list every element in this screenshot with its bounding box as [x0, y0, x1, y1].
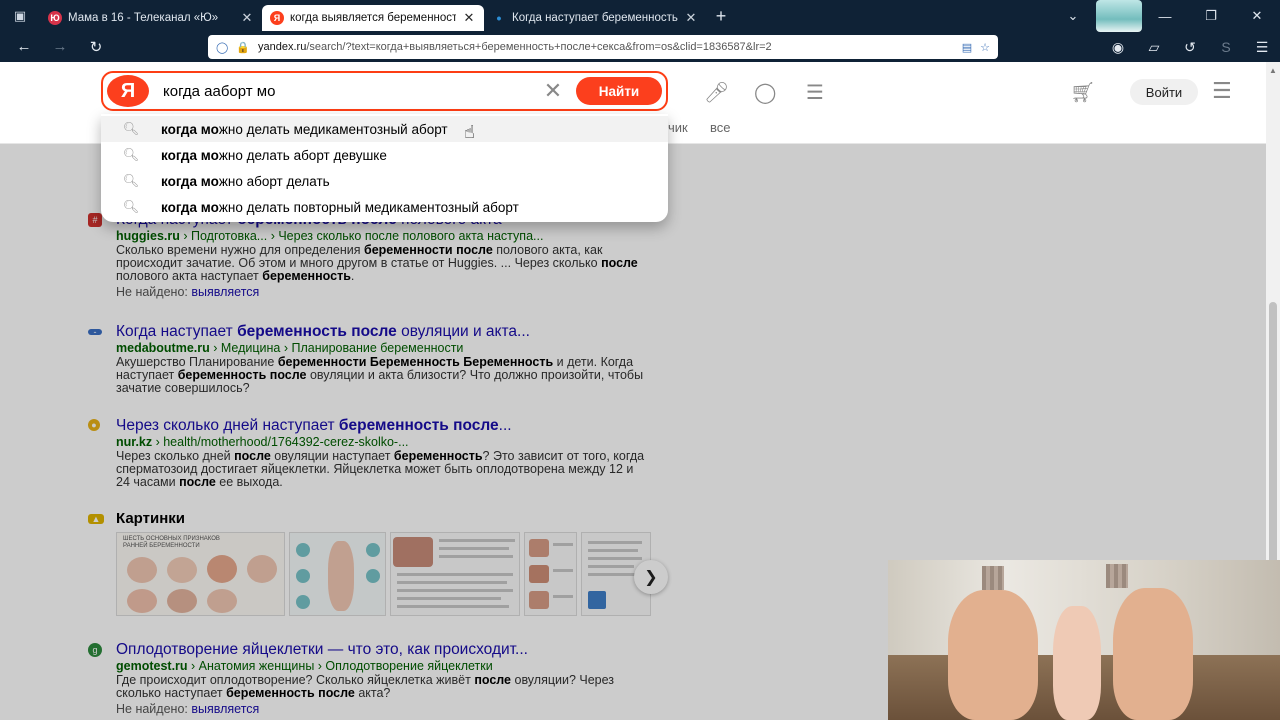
theme-avatar-image	[1096, 0, 1142, 32]
pixelated-blur	[1106, 564, 1128, 588]
image-thumbnail[interactable]	[523, 532, 578, 616]
tab-favicon-icon: Я	[270, 11, 284, 25]
not-found-note: Не найдено: выявляется	[116, 285, 260, 299]
images-section-icon: ▲	[88, 514, 104, 524]
restore-button[interactable]: ❐	[1188, 8, 1234, 24]
tab-close-icon[interactable]: ✕	[684, 10, 698, 26]
suggestion-item[interactable]: 🔍︎ когда можно делать аборт девушке	[101, 142, 668, 168]
extension-s-icon[interactable]: S	[1208, 39, 1244, 55]
lock-icon[interactable]: 🔒	[236, 41, 250, 54]
url-domain: yandex.ru	[258, 41, 307, 53]
video-figure	[948, 590, 1038, 720]
result-title-link[interactable]: Когда наступает беременность после овуля…	[116, 322, 658, 341]
tab-favicon-icon: •	[496, 10, 502, 26]
search-icon: 🔍︎	[122, 199, 140, 214]
camera-search-icon[interactable]: ◯	[754, 80, 776, 105]
back-arrow-icon[interactable]: ←	[6, 38, 42, 55]
tab-title: когда выявляется беременность	[290, 12, 456, 24]
suggestion-item[interactable]: 🔍︎ когда можно делать медикаментозный аб…	[101, 116, 668, 142]
suggestion-item[interactable]: 🔍︎ когда можно аборт делать	[101, 168, 668, 194]
image-thumbnail[interactable]: ШЕСТЬ ОСНОВНЫХ ПРИЗНАКОВ РАННЕЙ БЕРЕМЕНН…	[116, 532, 286, 616]
result-snippet: Где происходит оплодотворение? Сколько я…	[116, 673, 615, 700]
tab-favicon-icon: Ю	[48, 11, 62, 25]
result-title-link[interactable]: Оплодотворение яйцеклетки — что это, как…	[116, 640, 658, 659]
site-favicon-icon: -	[88, 327, 102, 337]
url-path: /search/?text=когда+выявляеться+беременн…	[306, 41, 772, 53]
login-button[interactable]: Войти	[1130, 79, 1198, 105]
not-found-word-link[interactable]: выявляется	[191, 285, 259, 299]
menu-icon[interactable]: ☰	[1244, 39, 1280, 56]
history-icon[interactable]: ↺	[1172, 39, 1208, 56]
search-bar: Я ✕ Найти	[101, 71, 668, 111]
tab-list-chevron-icon[interactable]: ⌄	[1050, 8, 1096, 24]
tab-partial[interactable]: чик	[668, 120, 688, 135]
scroll-up-arrow-icon[interactable]: ▲	[1269, 66, 1277, 75]
result-item: - Когда наступает беременность после ову…	[88, 322, 658, 395]
tab-2[interactable]: • Когда наступает беременность ✕	[484, 5, 706, 31]
tab-title: Когда наступает беременность	[512, 12, 678, 24]
result-item: # Когда наступает беременность после пол…	[88, 210, 658, 300]
reader-view-icon[interactable]: ▤	[962, 41, 972, 54]
result-item: g Оплодотворение яйцеклетки — что это, к…	[88, 640, 658, 717]
forward-arrow-icon[interactable]: →	[42, 38, 78, 55]
not-found-word-link[interactable]: выявляется	[191, 702, 259, 716]
tab-close-icon[interactable]: ✕	[462, 10, 476, 26]
suggestion-item[interactable]: 🔍︎ когда можно делать повторный медикаме…	[101, 194, 668, 220]
site-favicon-icon: ●	[88, 419, 100, 431]
search-suggestions: 🔍︎ когда можно делать медикаментозный аб…	[101, 114, 668, 222]
bookmark-star-icon[interactable]: ☆	[980, 41, 990, 54]
video-figure	[1053, 606, 1101, 720]
result-item: ● Через сколько дней наступает беременно…	[88, 416, 658, 489]
result-snippet: Через сколько дней после овуляции наступ…	[116, 449, 645, 489]
site-favicon-icon: g	[88, 643, 102, 657]
browser-nav-bar: ← → ↻ ◯ 🔒 yandex.ru/search/?text=когда+в…	[0, 32, 1280, 62]
video-overlay[interactable]	[888, 560, 1280, 720]
minimize-button[interactable]: —	[1142, 9, 1188, 24]
image-thumbnail[interactable]	[390, 532, 520, 616]
cart-icon[interactable]: 🛒︎	[1070, 80, 1095, 105]
tab-title: Мама в 16 - Телеканал «Ю»	[68, 12, 219, 24]
not-found-note: Не найдено: выявляется	[116, 702, 260, 716]
search-input[interactable]	[149, 82, 538, 100]
tab-1[interactable]: Я когда выявляется беременность ✕	[262, 5, 484, 31]
result-url[interactable]: medaboutme.ru › Медицина › Планирование …	[116, 341, 658, 356]
window-menu-icon[interactable]: ▣	[0, 0, 40, 32]
find-button[interactable]: Найти	[576, 77, 662, 105]
result-url[interactable]: huggies.ru › Подготовка... › Через сколь…	[116, 229, 658, 244]
result-snippet: Сколько времени нужно для определения бе…	[116, 243, 638, 283]
result-url[interactable]: nur.kz › health/motherhood/1764392-cerez…	[116, 435, 658, 450]
yandex-logo[interactable]: Я	[107, 75, 149, 107]
clear-search-icon[interactable]: ✕	[538, 78, 568, 104]
filter-settings-icon[interactable]: ☰	[806, 80, 824, 105]
result-url[interactable]: gemotest.ru › Анатомия женщины › Оплодот…	[116, 659, 658, 674]
search-icon: 🔍︎	[122, 121, 140, 136]
search-icon: 🔍︎	[122, 147, 140, 162]
reload-icon[interactable]: ↻	[78, 38, 114, 56]
result-title-link[interactable]: Через сколько дней наступает беременност…	[116, 416, 658, 435]
search-icon: 🔍︎	[122, 173, 140, 188]
site-favicon-icon: #	[88, 213, 102, 227]
hand-cursor-icon: ☝	[464, 122, 475, 142]
image-thumbnail[interactable]	[289, 532, 387, 616]
microphone-icon[interactable]: 🎤︎	[704, 80, 729, 105]
address-bar[interactable]: ◯ 🔒 yandex.ru/search/?text=когда+выявляе…	[208, 35, 998, 59]
images-title[interactable]: Картинки	[116, 510, 658, 527]
close-window-button[interactable]: ✕	[1234, 8, 1280, 24]
new-tab-button[interactable]: +	[706, 6, 736, 27]
hamburger-menu-icon[interactable]: ☰	[1212, 78, 1232, 104]
tab-all[interactable]: все	[710, 120, 731, 135]
extensions-icon[interactable]: ▱	[1136, 39, 1172, 56]
browser-tab-bar: ▣ Ю Мама в 16 - Телеканал «Ю» ✕ Я когда …	[0, 0, 1280, 32]
image-strip: ШЕСТЬ ОСНОВНЫХ ПРИЗНАКОВ РАННЕЙ БЕРЕМЕНН…	[116, 532, 651, 616]
tab-close-icon[interactable]: ✕	[240, 10, 254, 26]
shield-icon[interactable]: ◯	[216, 41, 228, 54]
thumbnail-caption: ШЕСТЬ ОСНОВНЫХ ПРИЗНАКОВ РАННЕЙ БЕРЕМЕНН…	[123, 536, 220, 549]
pixelated-blur	[982, 566, 1004, 590]
account-icon[interactable]: ◉	[1100, 39, 1136, 56]
images-block: ▲ Картинки ШЕСТЬ ОСНОВНЫХ ПРИЗНАКОВ РАНН…	[88, 510, 668, 616]
result-snippet: Акушерство Планирование беременности Бер…	[116, 355, 644, 395]
video-figure	[1113, 588, 1193, 720]
images-next-arrow-icon[interactable]: ❯	[634, 560, 668, 594]
tab-0[interactable]: Ю Мама в 16 - Телеканал «Ю» ✕	[40, 5, 262, 31]
